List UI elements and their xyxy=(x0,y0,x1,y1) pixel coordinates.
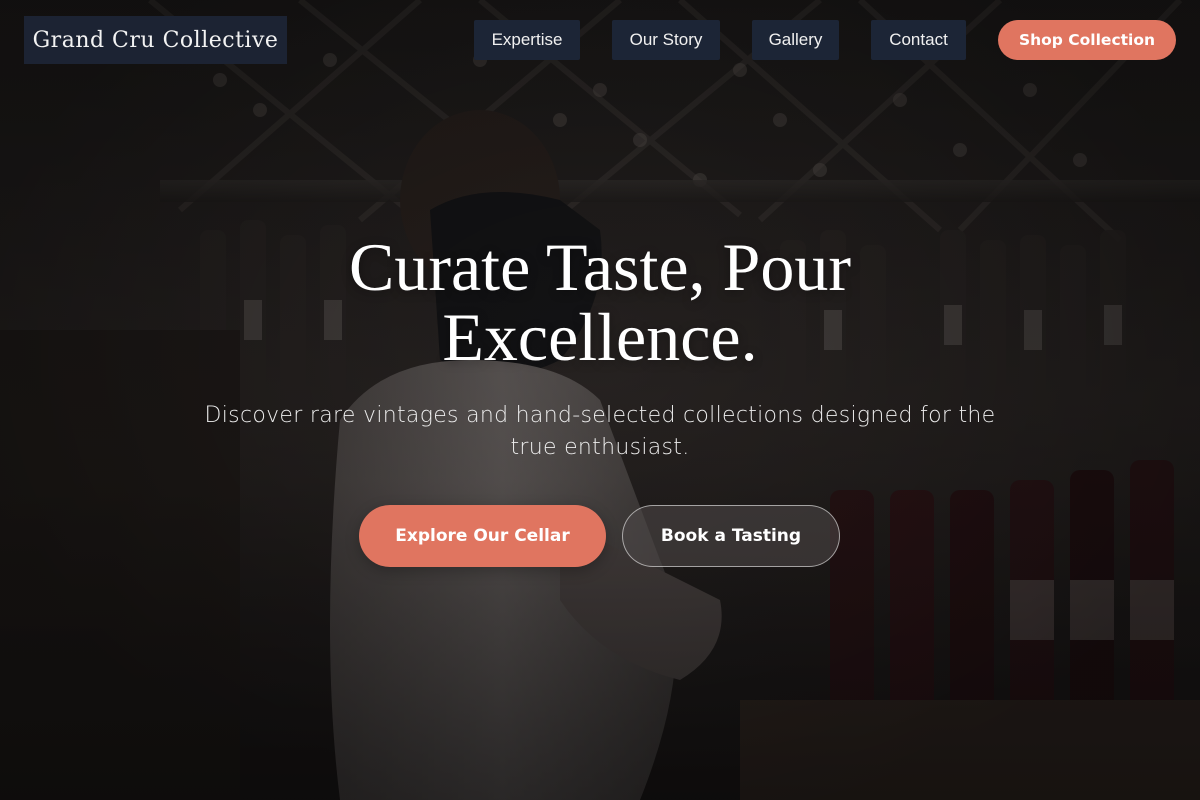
book-tasting-button[interactable]: Book a Tasting xyxy=(622,505,840,567)
brand-logo[interactable]: Grand Cru Collective xyxy=(24,16,287,64)
shop-collection-button[interactable]: Shop Collection xyxy=(998,20,1176,60)
nav-link-contact[interactable]: Contact xyxy=(871,20,966,60)
nav-link-expertise[interactable]: Expertise xyxy=(474,20,580,60)
hero-subtitle: Discover rare vintages and hand-selected… xyxy=(204,403,996,460)
nav-link-our-story[interactable]: Our Story xyxy=(612,20,720,60)
hero-title: Curate Taste, Pour Excellence. xyxy=(349,229,851,375)
explore-cellar-button[interactable]: Explore Our Cellar xyxy=(359,505,606,567)
nav-link-gallery[interactable]: Gallery xyxy=(752,20,839,60)
top-navigation: Grand Cru Collective Expertise Our Story… xyxy=(0,0,1200,80)
